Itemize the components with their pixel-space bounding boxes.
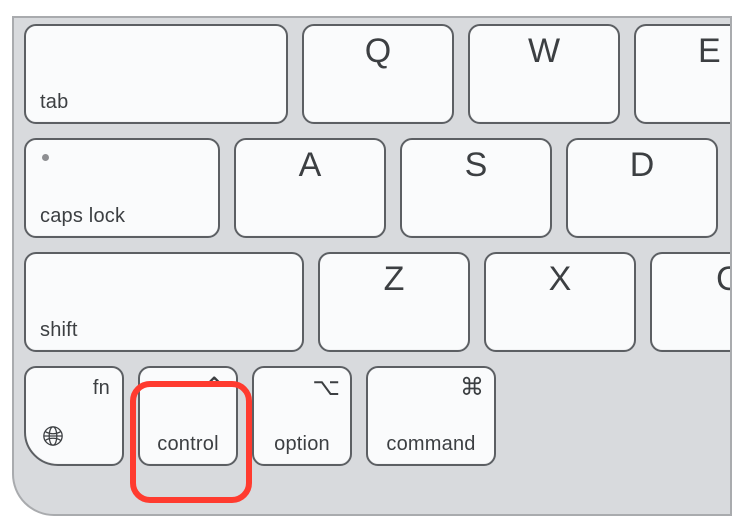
tab-label: tab bbox=[40, 92, 68, 112]
a-key[interactable]: A bbox=[234, 138, 386, 238]
e-letter: E bbox=[698, 34, 721, 68]
keyboard-row-2: caps lock A S D F bbox=[24, 138, 730, 238]
image-frame: tab Q W E caps lock A S bbox=[0, 0, 750, 530]
command-symbol-icon: ⌘ bbox=[460, 376, 484, 400]
command-key[interactable]: ⌘ command bbox=[366, 366, 496, 466]
caps-lock-label: caps lock bbox=[40, 206, 125, 226]
x-key[interactable]: X bbox=[484, 252, 636, 352]
control-label: control bbox=[157, 434, 218, 454]
fn-label: fn bbox=[93, 378, 110, 398]
fn-key[interactable]: fn bbox=[24, 366, 124, 466]
option-label: option bbox=[274, 434, 330, 454]
z-key[interactable]: Z bbox=[318, 252, 470, 352]
e-key[interactable]: E bbox=[634, 24, 732, 124]
shift-label: shift bbox=[40, 320, 78, 340]
keyboard-row-3: shift Z X C bbox=[24, 252, 730, 352]
control-symbol-icon: ⌃ bbox=[203, 374, 226, 402]
tab-key[interactable]: tab bbox=[24, 24, 288, 124]
option-key[interactable]: ⌥ option bbox=[252, 366, 352, 466]
s-letter: S bbox=[465, 148, 488, 182]
z-letter: Z bbox=[384, 262, 405, 296]
command-label: command bbox=[386, 434, 475, 454]
keyboard-row-4: fn ⌃ control ⌥ option bbox=[24, 366, 730, 466]
q-key[interactable]: Q bbox=[302, 24, 454, 124]
c-key[interactable]: C bbox=[650, 252, 732, 352]
q-letter: Q bbox=[365, 34, 391, 68]
shift-key[interactable]: shift bbox=[24, 252, 304, 352]
keyboard-row-1: tab Q W E bbox=[24, 24, 730, 124]
x-letter: X bbox=[549, 262, 572, 296]
w-letter: W bbox=[528, 34, 560, 68]
caps-lock-indicator-icon bbox=[42, 154, 49, 161]
w-key[interactable]: W bbox=[468, 24, 620, 124]
option-symbol-icon: ⌥ bbox=[312, 376, 340, 400]
s-key[interactable]: S bbox=[400, 138, 552, 238]
a-letter: A bbox=[299, 148, 322, 182]
d-letter: D bbox=[630, 148, 655, 182]
caps-lock-key[interactable]: caps lock bbox=[24, 138, 220, 238]
keyboard: tab Q W E caps lock A S bbox=[12, 16, 732, 516]
d-key[interactable]: D bbox=[566, 138, 718, 238]
c-letter: C bbox=[716, 262, 732, 296]
control-key[interactable]: ⌃ control bbox=[138, 366, 238, 466]
globe-icon bbox=[42, 425, 64, 452]
